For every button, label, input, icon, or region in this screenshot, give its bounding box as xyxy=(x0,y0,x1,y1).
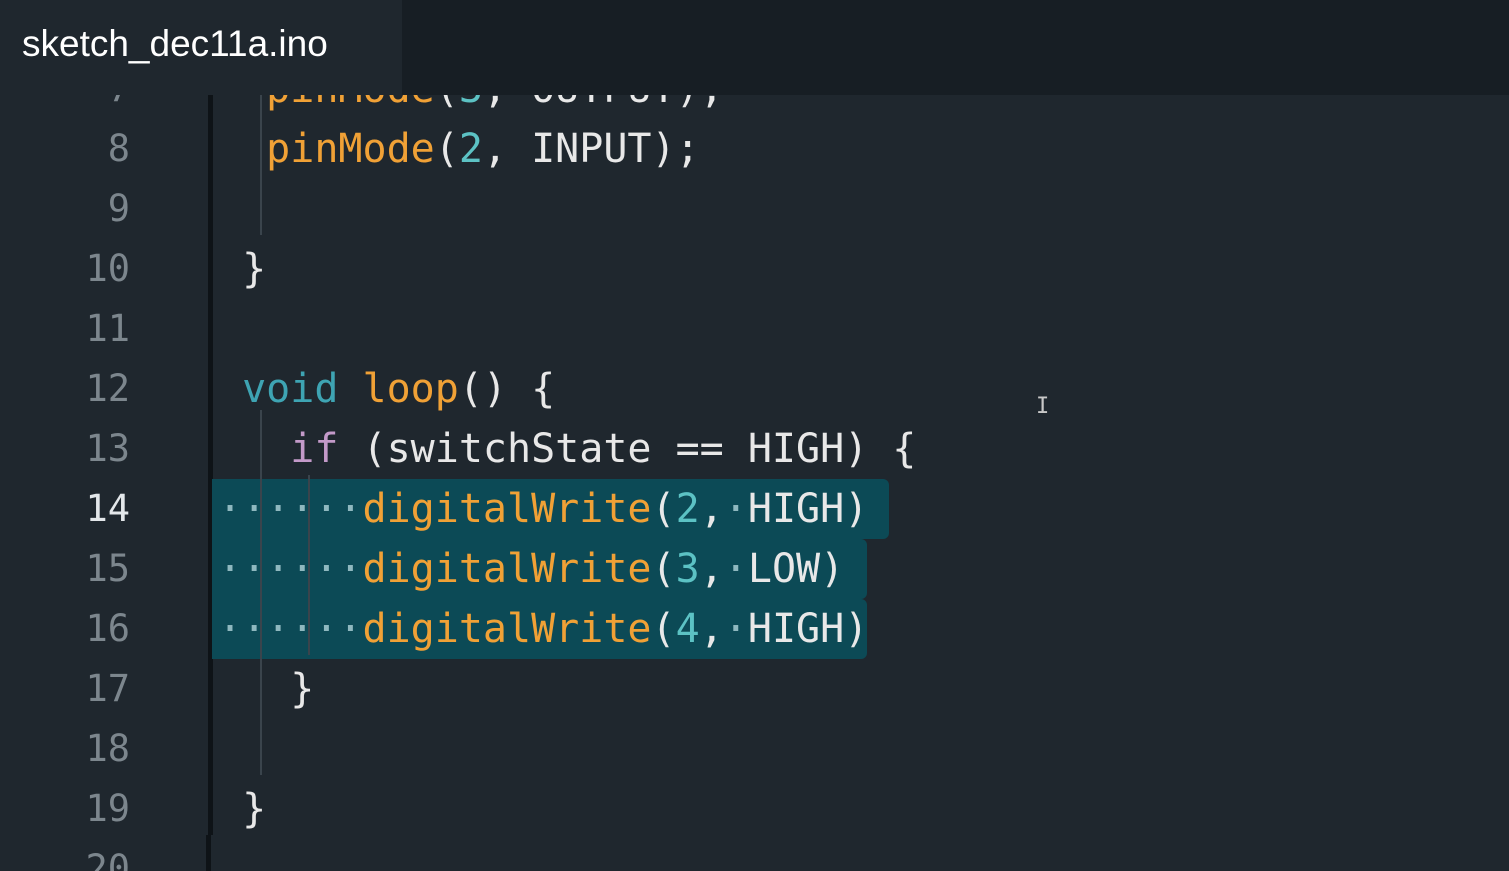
code-text: } xyxy=(218,659,314,719)
code-token: 2 xyxy=(675,486,700,532)
tab-filename: sketch_dec11a.ino xyxy=(22,23,328,64)
code-token: () { xyxy=(458,366,556,412)
code-token: loop xyxy=(362,366,459,412)
code-token: , xyxy=(699,486,724,532)
code-text: } xyxy=(218,779,266,839)
code-line[interactable]: 19 } xyxy=(0,779,1509,839)
code-token: · xyxy=(723,486,748,532)
code-text: if (switchState == HIGH) { xyxy=(218,419,916,479)
line-number: 15 xyxy=(85,547,130,590)
code-token: 3 xyxy=(675,546,700,592)
indent-guide xyxy=(260,95,262,235)
code-line[interactable]: 12 void loop() { xyxy=(0,359,1509,419)
code-token: ······ xyxy=(218,546,363,592)
line-number: 11 xyxy=(85,307,130,350)
code-token: ( xyxy=(651,606,676,652)
code-token: pinMode xyxy=(266,95,435,112)
code-line[interactable]: 7 pinMode(3, OUTPUT); xyxy=(0,95,1509,119)
line-number: 20 xyxy=(85,847,130,871)
code-token: ······ xyxy=(218,606,363,652)
code-token: digitalWrite xyxy=(362,546,652,592)
code-line[interactable]: 8 pinMode(2, INPUT); xyxy=(0,119,1509,179)
code-token: , xyxy=(699,546,724,592)
code-editor[interactable]: 7 pinMode(3, OUTPUT);8 pinMode(2, INPUT)… xyxy=(0,95,1509,871)
code-text: ······digitalWrite(2,·HIGH) xyxy=(218,479,868,539)
code-token: · xyxy=(723,606,748,652)
indent-guide xyxy=(308,475,310,655)
code-token: ( xyxy=(651,486,676,532)
code-text: pinMode(2, INPUT); xyxy=(218,119,700,179)
code-line[interactable]: 10 } xyxy=(0,239,1509,299)
code-line[interactable]: 16 ······digitalWrite(4,·HIGH) xyxy=(0,599,1509,659)
code-token: ( xyxy=(651,546,676,592)
text-cursor-icon: I xyxy=(1036,394,1050,419)
code-token: if xyxy=(290,426,339,472)
indent-guide xyxy=(260,410,262,775)
line-number: 9 xyxy=(107,187,130,230)
line-number: 13 xyxy=(85,427,130,470)
code-line[interactable]: 15 ······digitalWrite(3,·LOW) xyxy=(0,539,1509,599)
code-token: HIGH) xyxy=(747,606,869,652)
code-token: 3 xyxy=(459,95,483,112)
code-token: · xyxy=(723,546,748,592)
code-token: ······ xyxy=(218,486,363,532)
code-token: (switchState == HIGH) { xyxy=(338,426,917,472)
code-line[interactable]: 17 } xyxy=(0,659,1509,719)
code-token: 4 xyxy=(675,606,700,652)
code-token: } xyxy=(218,786,267,832)
code-line[interactable]: 20 xyxy=(0,839,1509,871)
code-token: pinMode xyxy=(266,126,435,172)
code-token: 2 xyxy=(458,126,483,172)
editor-tab[interactable]: sketch_dec11a.ino xyxy=(0,0,402,95)
line-number: 10 xyxy=(85,247,130,290)
code-line[interactable]: 13 if (switchState == HIGH) { xyxy=(0,419,1509,479)
line-number: 14 xyxy=(85,487,130,530)
code-token: void xyxy=(242,366,339,412)
code-token: , INPUT); xyxy=(482,126,700,172)
line-number: 12 xyxy=(85,367,130,410)
code-text: } xyxy=(218,239,266,299)
line-number: 8 xyxy=(107,127,130,170)
code-text: ······digitalWrite(4,·HIGH) xyxy=(218,599,868,659)
line-number: 17 xyxy=(85,667,130,710)
line-number: 7 xyxy=(0,95,130,119)
code-token: LOW) xyxy=(747,546,845,592)
code-text: void loop() { xyxy=(218,359,555,419)
code-token: , OUTPUT); xyxy=(483,95,724,112)
code-token: digitalWrite xyxy=(362,606,652,652)
tab-bar: sketch_dec11a.ino xyxy=(0,0,1509,95)
code-token: } xyxy=(218,666,315,712)
code-text: pinMode(3, OUTPUT); xyxy=(218,95,724,119)
code-line[interactable]: 11 xyxy=(0,299,1509,359)
code-token: digitalWrite xyxy=(362,486,652,532)
code-line[interactable]: 9 xyxy=(0,179,1509,239)
code-token: HIGH) xyxy=(747,486,869,532)
code-token: , xyxy=(699,606,724,652)
line-number: 16 xyxy=(85,607,130,650)
code-line[interactable]: 18 xyxy=(0,719,1509,779)
code-token: ( xyxy=(435,95,459,112)
code-text: ······digitalWrite(3,·LOW) xyxy=(218,539,844,599)
code-token: ( xyxy=(434,126,459,172)
code-token: } xyxy=(218,246,267,292)
line-number: 18 xyxy=(85,727,130,770)
line-number: 19 xyxy=(85,787,130,830)
code-line[interactable]: 14 ······digitalWrite(2,·HIGH) xyxy=(0,479,1509,539)
